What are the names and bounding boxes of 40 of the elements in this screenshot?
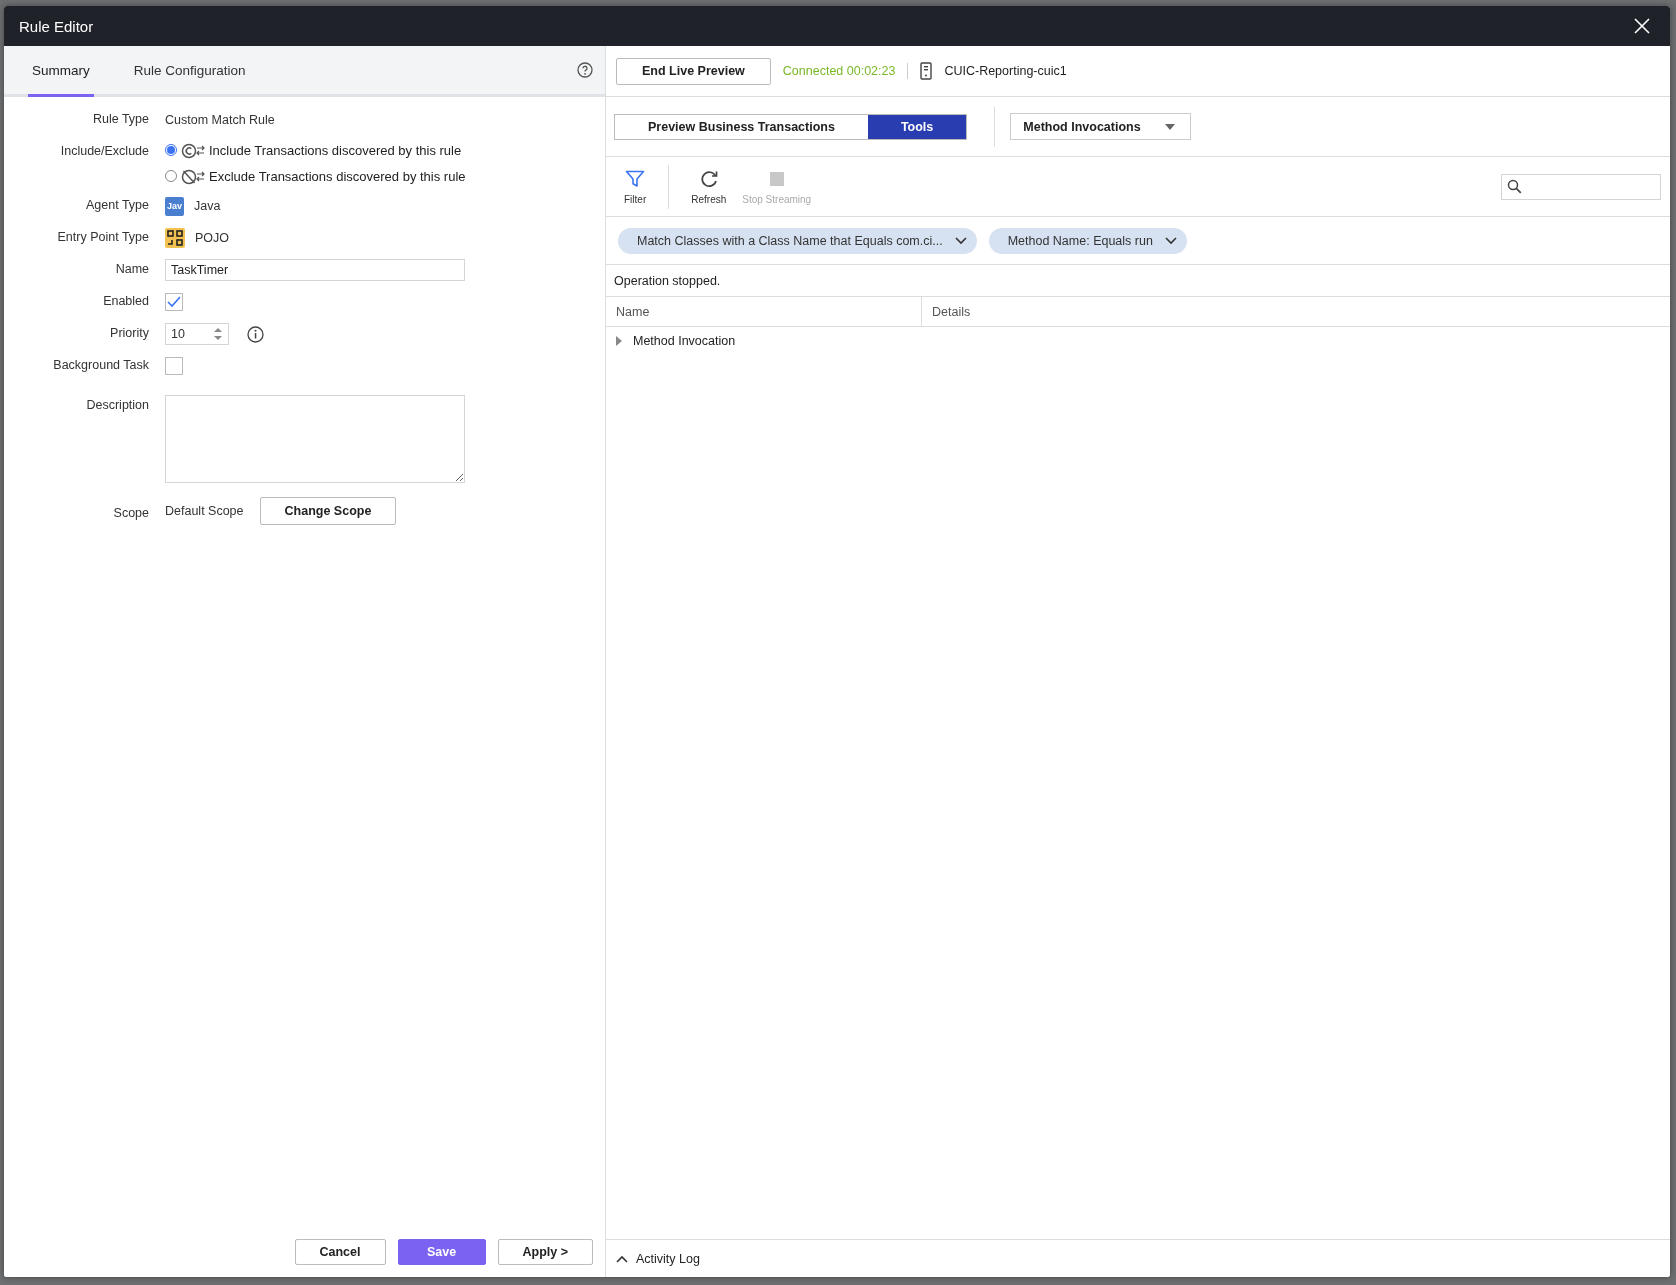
view-dropdown[interactable]: Method Invocations — [1010, 113, 1191, 140]
radio-label: Include Transactions discovered by this rule — [209, 142, 462, 158]
field-label: Priority — [109, 325, 149, 340]
mode-tab[interactable]: Tools — [867, 114, 967, 139]
end-preview-button[interactable]: End Live Preview — [616, 57, 771, 85]
column-header: Details — [932, 304, 971, 319]
node-name: CUIC-Reporting-cuic1 — [944, 64, 1067, 78]
status-message: Operation stopped. — [614, 273, 721, 288]
tree-row: Method Invocation — [633, 334, 736, 348]
rule-type-value: Custom Match Rule — [165, 113, 275, 127]
field-label: Scope — [112, 505, 149, 520]
connection-status: Connected 00:02:23 — [782, 64, 896, 78]
activity-log-toggle[interactable]: Activity Log — [616, 1251, 700, 1266]
agent-type-value: Java — [194, 199, 221, 213]
field-label: Enabled — [102, 293, 149, 308]
column-header: Name — [616, 304, 650, 319]
footer-button[interactable]: Cancel — [294, 1239, 386, 1265]
save-button[interactable]: Save — [397, 1239, 486, 1265]
window-title: Rule Editor — [19, 17, 94, 35]
field-label: Name — [114, 261, 149, 276]
footer-button[interactable]: Apply > — [497, 1239, 593, 1265]
field-label: Entry Point Type — [56, 229, 149, 244]
agent-badge: Jav — [165, 196, 184, 216]
radio-label: Exclude Transactions discovered by this rule — [209, 168, 466, 184]
scope-value: Default Scope — [165, 504, 244, 518]
field-label: Background Task — [52, 357, 149, 372]
field-label: Rule Type — [91, 111, 149, 126]
entry-point-value: POJO — [195, 231, 230, 245]
toolbar-button[interactable]: Refresh — [683, 163, 735, 210]
field-label: Include/Exclude — [59, 143, 149, 158]
field-label: Description — [85, 397, 149, 412]
filter-chip[interactable]: Method Name: Equals run — [988, 227, 1187, 254]
field-label: Agent Type — [85, 197, 149, 212]
priority-field[interactable]: 10 — [165, 323, 229, 345]
filter-chip[interactable]: Match Classes with a Class Name that Equals com.ci... — [618, 227, 977, 254]
name-field[interactable]: TaskTimer — [165, 259, 465, 281]
toolbar-button[interactable]: Filter — [616, 163, 655, 210]
tab[interactable]: Rule Configuration — [129, 46, 250, 97]
tab[interactable]: Summary — [28, 46, 94, 97]
change-scope-button[interactable]: Change Scope — [259, 497, 397, 525]
